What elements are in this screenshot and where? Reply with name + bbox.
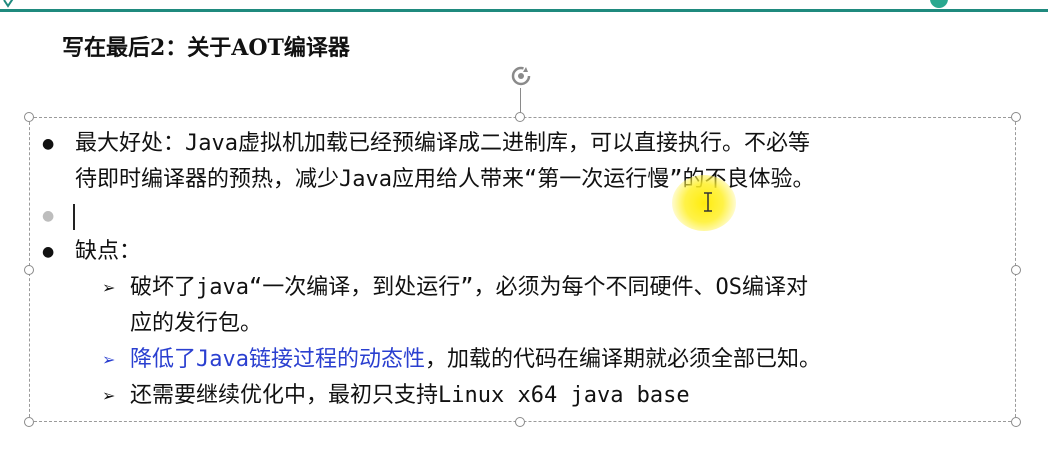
bullet-label[interactable]: 缺点： xyxy=(75,236,141,268)
slide-top-accent-bar xyxy=(0,0,1048,12)
resize-handle-middle-right[interactable] xyxy=(1011,265,1021,275)
subitem-text-line[interactable]: 还需要继续优化中，最初只支持Linux x64 java base xyxy=(130,380,690,412)
resize-handle-top-left[interactable] xyxy=(24,112,34,122)
rotate-handle-icon[interactable] xyxy=(509,64,533,88)
subitem-text-line[interactable]: 破坏了java“一次编译，到处运行”，必须为每个不同硬件、OS编译对 xyxy=(130,272,808,304)
bullet-dot: ● xyxy=(42,136,55,152)
subitem-text-line[interactable]: 应的发行包。 xyxy=(130,308,262,340)
selected-textbox[interactable] xyxy=(29,117,1016,422)
checkmark-icon xyxy=(3,0,14,8)
bullet-text-line[interactable]: 最大好处：Java虚拟机加载已经预编译成二进制库，可以直接执行。不必等 xyxy=(75,128,810,160)
empty-bullet-dot: ● xyxy=(42,208,55,224)
subitem-text-line[interactable]: 降低了Java链接过程的动态性，加载的代码在编译期就必须全部已知。 xyxy=(130,344,821,376)
arrow-bullet-icon: ➢ xyxy=(102,386,116,405)
resize-handle-bottom-right[interactable] xyxy=(1011,417,1021,427)
resize-handle-top-right[interactable] xyxy=(1011,112,1021,122)
subitem-rest-text: ，加载的代码在编译期就必须全部已知。 xyxy=(424,347,821,372)
text-cursor-icon xyxy=(704,192,712,212)
arrow-bullet-icon: ➢ xyxy=(102,350,116,369)
resize-handle-bottom-center[interactable] xyxy=(515,417,525,427)
highlighted-phrase: 降低了Java链接过程的动态性 xyxy=(130,347,425,372)
bullet-dot: ● xyxy=(42,244,55,260)
resize-handle-top-center[interactable] xyxy=(515,112,525,122)
arrow-bullet-icon: ➢ xyxy=(102,278,116,297)
resize-handle-middle-left[interactable] xyxy=(24,265,34,275)
resize-handle-bottom-left[interactable] xyxy=(24,417,34,427)
slide-title[interactable]: 写在最后2：关于AOT编译器 xyxy=(62,30,350,62)
text-caret xyxy=(73,204,75,230)
